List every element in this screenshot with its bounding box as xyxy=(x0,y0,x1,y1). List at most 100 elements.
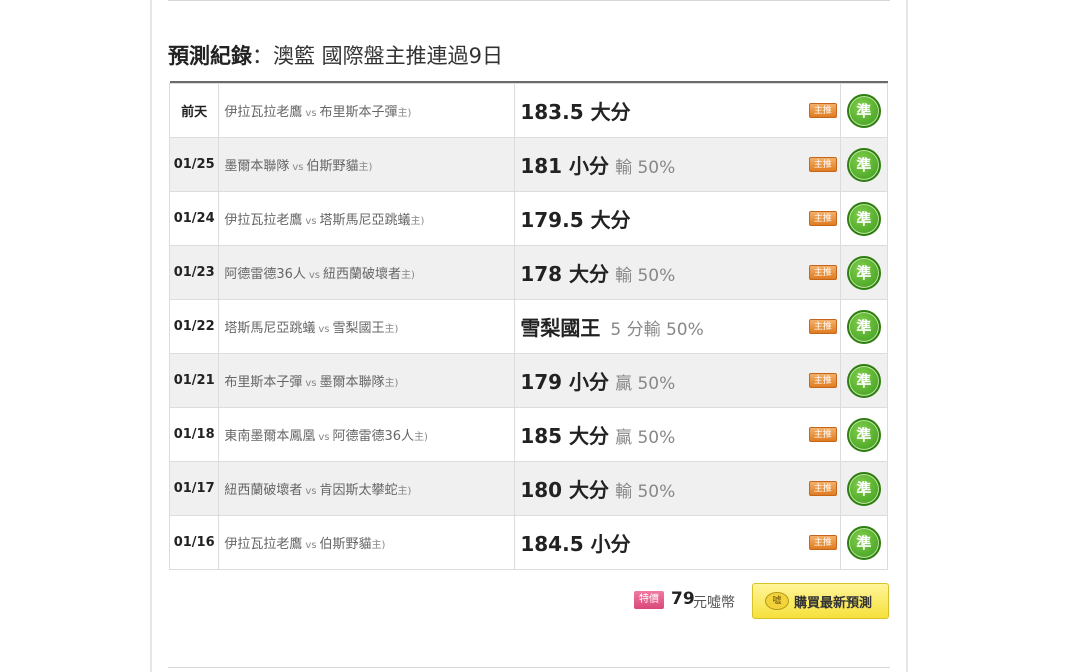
main-pick-tag: 主推 xyxy=(808,157,837,172)
record-result: 準 xyxy=(839,191,889,246)
main-pick-tag: 主推 xyxy=(808,265,837,280)
correct-badge-icon: 準 xyxy=(846,417,881,452)
buy-latest-prediction-button[interactable]: 噓 購買最新預測 xyxy=(752,583,889,619)
record-pick: 180 大分輸 50% 主推 xyxy=(514,461,841,516)
away-team: 塔斯馬尼亞跳蟻 xyxy=(319,213,411,228)
record-pick: 183.5 大分 主推 xyxy=(514,83,841,138)
away-team: 布里斯本子彈 xyxy=(319,105,398,120)
pick-value: 雪梨國王 xyxy=(520,316,601,340)
record-date: 01/24 xyxy=(168,191,220,246)
pick-value: 179 小分 xyxy=(520,370,610,394)
pick-value: 183.5 大分 xyxy=(520,100,631,124)
away-team: 伯斯野貓 xyxy=(319,537,372,552)
pick-value: 185 大分 xyxy=(520,424,610,448)
record-pick: 179.5 大分 主推 xyxy=(514,191,841,246)
vs-label: vs xyxy=(292,162,304,173)
record-row: 01/22 塔斯馬尼亞跳蟻 vs 雪梨國王主) 雪梨國王 5 分輸 50% 主推準 xyxy=(168,299,889,354)
vs-label: vs xyxy=(305,486,317,497)
home-marker: 主) xyxy=(401,270,415,281)
home-marker: 主) xyxy=(397,108,412,119)
home-marker: 主) xyxy=(410,216,425,227)
pick-result: 輸 50% xyxy=(615,482,676,502)
record-row: 01/16 伊拉瓦拉老鷹 vs 伯斯野貓主) 184.5 小分 主推準 xyxy=(168,515,889,570)
correct-badge-icon: 準 xyxy=(846,255,881,290)
record-matchup: 東南墨爾本鳳凰 vs 阿德雷德36人主) xyxy=(218,407,516,462)
vs-label: vs xyxy=(305,378,317,389)
record-date: 前天 xyxy=(168,83,220,138)
correct-badge-icon: 準 xyxy=(846,93,881,128)
correct-badge-icon: 準 xyxy=(846,525,881,560)
vs-label: vs xyxy=(318,432,330,443)
away-team: 墨爾本聯隊 xyxy=(319,375,385,390)
record-date: 01/18 xyxy=(168,407,220,462)
record-row: 01/25 墨爾本聯隊 vs 伯斯野貓主) 181 小分輸 50% 主推準 xyxy=(168,137,889,192)
record-pick: 184.5 小分 主推 xyxy=(514,515,841,570)
record-date: 01/17 xyxy=(168,461,220,516)
coin-icon: 噓 xyxy=(765,592,789,610)
record-matchup: 墨爾本聯隊 vs 伯斯野貓主) xyxy=(218,137,516,192)
correct-badge-icon: 準 xyxy=(846,471,881,506)
record-result: 準 xyxy=(839,515,889,570)
record-row: 01/17 紐西蘭破壞者 vs 肯因斯太攀蛇主) 180 大分輸 50% 主推準 xyxy=(168,461,889,516)
record-date: 01/22 xyxy=(168,299,220,354)
record-pick: 雪梨國王 5 分輸 50% 主推 xyxy=(514,299,841,354)
home-marker: 主) xyxy=(371,540,386,551)
record-pick: 181 小分輸 50% 主推 xyxy=(514,137,841,192)
pick-result: 輸 50% xyxy=(615,266,676,286)
section-title-label: 預測紀錄 xyxy=(168,44,252,68)
pick-value: 178 大分 xyxy=(520,262,610,286)
special-price-badge: 特價 xyxy=(634,591,664,609)
correct-badge-icon: 準 xyxy=(846,147,881,182)
correct-badge-icon: 準 xyxy=(846,309,881,344)
away-team: 雪梨國王 xyxy=(332,321,385,336)
record-pick: 179 小分贏 50% 主推 xyxy=(514,353,841,408)
record-result: 準 xyxy=(839,407,889,462)
record-row: 前天 伊拉瓦拉老鷹 vs 布里斯本子彈主) 183.5 大分 主推準 xyxy=(168,83,889,138)
record-date: 01/25 xyxy=(168,137,220,192)
pick-value: 184.5 小分 xyxy=(520,532,631,556)
bottom-divider xyxy=(168,667,890,668)
record-pick: 178 大分輸 50% 主推 xyxy=(514,245,841,300)
home-team: 紐西蘭破壞者 xyxy=(224,483,303,498)
main-pick-tag: 主推 xyxy=(808,427,837,442)
away-team: 紐西蘭破壞者 xyxy=(323,267,402,282)
price-unit: 元噓幣 xyxy=(693,595,735,611)
main-pick-tag: 主推 xyxy=(808,481,837,496)
price-value: 79 xyxy=(671,589,695,609)
home-marker: 主) xyxy=(384,378,399,389)
home-team: 伊拉瓦拉老鷹 xyxy=(224,213,303,228)
pick-result: 5 分輸 50% xyxy=(610,320,704,340)
home-team: 伊拉瓦拉老鷹 xyxy=(224,537,303,552)
away-team: 阿德雷德36人 xyxy=(332,429,415,444)
home-team: 東南墨爾本鳳凰 xyxy=(224,429,316,444)
record-date: 01/21 xyxy=(168,353,220,408)
record-date: 01/23 xyxy=(168,245,220,300)
record-result: 準 xyxy=(839,299,889,354)
main-pick-tag: 主推 xyxy=(808,211,837,226)
home-team: 塔斯馬尼亞跳蟻 xyxy=(224,321,316,336)
away-team: 伯斯野貓 xyxy=(306,159,359,174)
record-date: 01/16 xyxy=(168,515,220,570)
record-matchup: 紐西蘭破壞者 vs 肯因斯太攀蛇主) xyxy=(218,461,516,516)
home-marker: 主) xyxy=(384,324,399,335)
home-team: 伊拉瓦拉老鷹 xyxy=(224,105,303,120)
record-result: 準 xyxy=(839,461,889,516)
pick-result: 贏 50% xyxy=(615,428,676,448)
home-team: 布里斯本子彈 xyxy=(224,375,303,390)
top-divider xyxy=(168,0,890,1)
home-marker: 主) xyxy=(397,486,412,497)
main-pick-tag: 主推 xyxy=(808,373,837,388)
correct-badge-icon: 準 xyxy=(846,363,881,398)
record-result: 準 xyxy=(839,83,889,138)
main-pick-tag: 主推 xyxy=(808,103,837,118)
record-row: 01/23 阿德雷德36人 vs 紐西蘭破壞者主) 178 大分輸 50% 主推準 xyxy=(168,245,889,300)
record-result: 準 xyxy=(839,137,889,192)
record-matchup: 伊拉瓦拉老鷹 vs 塔斯馬尼亞跳蟻主) xyxy=(218,191,516,246)
record-row: 01/18 東南墨爾本鳳凰 vs 阿德雷德36人主) 185 大分贏 50% 主推準 xyxy=(168,407,889,462)
vs-label: vs xyxy=(305,108,317,119)
pick-value: 181 小分 xyxy=(520,154,610,178)
pick-value: 179.5 大分 xyxy=(520,208,631,232)
record-matchup: 阿德雷德36人 vs 紐西蘭破壞者主) xyxy=(218,245,516,300)
record-matchup: 塔斯馬尼亞跳蟻 vs 雪梨國王主) xyxy=(218,299,516,354)
home-team: 阿德雷德36人 xyxy=(224,267,306,282)
